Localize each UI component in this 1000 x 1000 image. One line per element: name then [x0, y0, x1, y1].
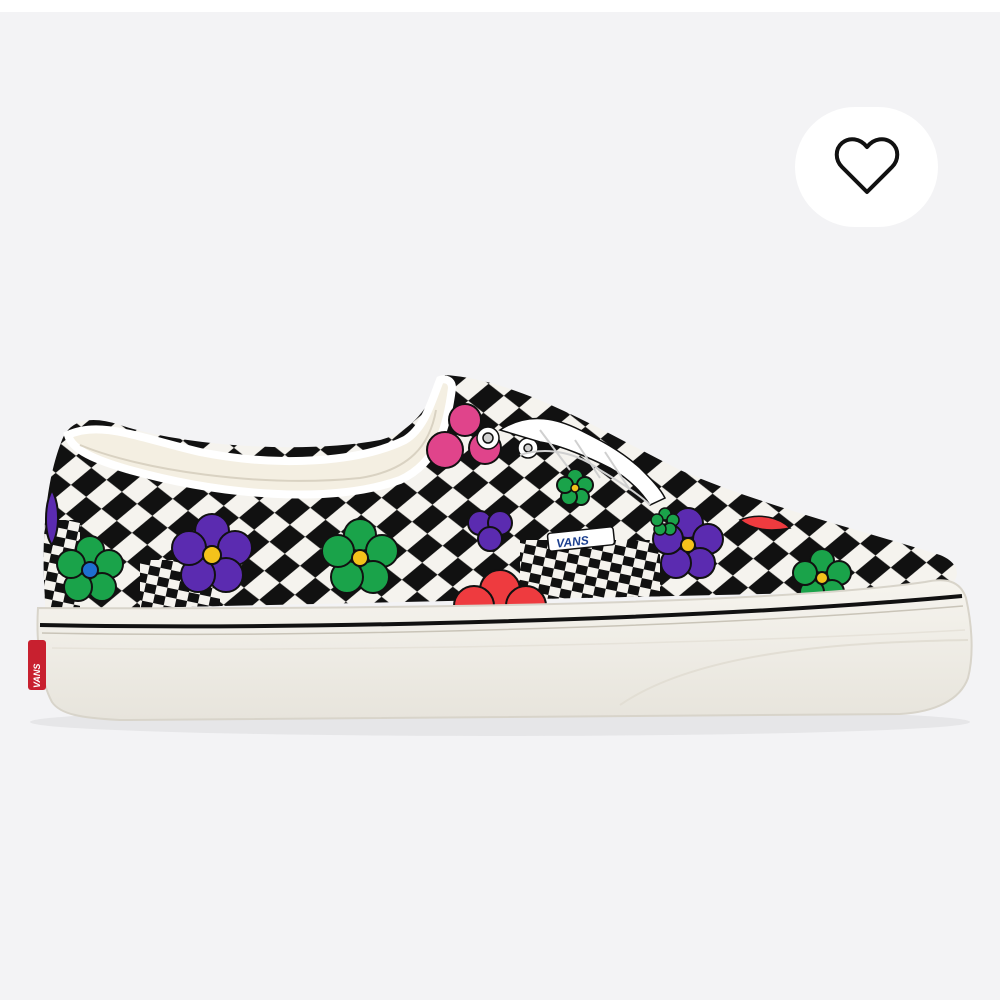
product-image-viewer: VANS VANS [0, 0, 1000, 1000]
favorite-button[interactable] [795, 107, 938, 227]
heel-tab: VANS [28, 640, 46, 690]
heart-outline-icon [834, 137, 899, 194]
heel-brand-text: VANS [32, 664, 42, 688]
